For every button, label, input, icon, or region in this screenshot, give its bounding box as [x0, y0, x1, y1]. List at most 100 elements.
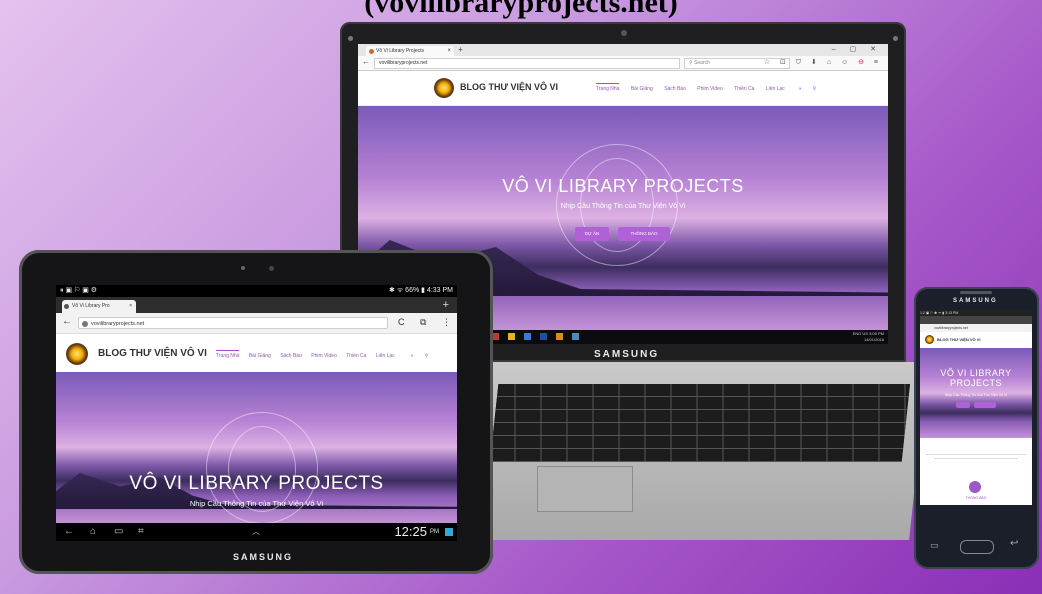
browser-toolbar: ← vovilibraryprojects.net ⚲ Search ☆ ⊡ ⛉…	[358, 56, 888, 71]
moon-icon[interactable]: ◑	[410, 353, 413, 359]
phone-address-bar[interactable]: vovilibraryprojects.net	[920, 324, 1032, 332]
tray-language: ENG US	[852, 331, 868, 336]
screw-icon	[893, 36, 898, 41]
status-right: ✱ ᯤ 66% ▮ 4:33 PM	[389, 287, 453, 294]
back-arrow-icon[interactable]: ←	[362, 57, 370, 66]
app-icon[interactable]	[508, 333, 515, 340]
tabs-icon[interactable]: ⧉	[420, 317, 426, 328]
phone-brand-logo: SAMSUNG	[953, 298, 998, 304]
tablet-tabbar: Vô Vi Library Pro × +	[56, 297, 457, 313]
menu-item-lien-lac[interactable]: Liên Lạc	[376, 353, 395, 359]
app-icon[interactable]	[492, 333, 499, 340]
hero-subtitle: Nhịp Cầu Thông Tin của Thư Viện Vô Vi	[944, 393, 1008, 397]
moon-icon[interactable]: ◑	[798, 86, 801, 92]
search-placeholder: Search	[694, 60, 710, 66]
site-navbar: BLOG THƯ VIỆN VÔ VI	[920, 332, 1032, 348]
hero-title: VÔ VI LIBRARY PROJECTS	[940, 368, 1012, 388]
system-tray[interactable]: ENG US 3:05 PM 14/01/2016	[853, 331, 884, 343]
touchpad	[537, 466, 633, 512]
site-navbar: BLOG THƯ VIỆN VÔ VI Trang Nhà Bài Giảng …	[358, 71, 888, 106]
hero-banner: VÔ VI LIBRARY PROJECTS Nhịp Cầu Thông Ti…	[56, 372, 457, 523]
browser-tab-title: Vô Vi Library Pro	[72, 303, 110, 309]
tray-date: 14/01/2016	[863, 337, 884, 342]
menu-item-sach-bao[interactable]: Sách Báo	[664, 86, 686, 92]
window-controls[interactable]: – ▢ ✕	[832, 44, 882, 56]
site-navbar: BLOG THƯ VIỆN VÔ VI Trang Nhà Bài Giảng …	[56, 334, 457, 372]
close-tab-icon[interactable]: ×	[447, 46, 451, 56]
back-icon[interactable]: ←	[64, 523, 74, 541]
back-icon[interactable]: ↩	[1010, 538, 1018, 549]
hero-banner: VÔ VI LIBRARY PROJECTS Nhịp Cầu Thông Ti…	[920, 348, 1032, 438]
photoshop-icon[interactable]	[540, 333, 547, 340]
browser-tab-title: Vô Vi Library Projects	[376, 48, 424, 54]
hamburger-menu-icon[interactable]: ≡	[874, 59, 882, 66]
overflow-menu-icon[interactable]: ⋮	[442, 317, 451, 328]
hero-title: VÔ VI LIBRARY PROJECTS	[129, 473, 384, 494]
site-brand[interactable]: BLOG THƯ VIỆN VÔ VI	[937, 337, 981, 342]
webcam-icon	[621, 30, 627, 36]
search-icon[interactable]: ⚲	[813, 86, 817, 92]
chevron-up-icon[interactable]: ︿	[252, 523, 260, 541]
screenshot-icon[interactable]: ⌗	[138, 523, 144, 541]
back-arrow-icon[interactable]: ←	[62, 316, 72, 327]
menu-item-phim-video[interactable]: Phim Video	[311, 353, 336, 359]
addon-badge-icon[interactable]: ⊖	[858, 59, 868, 66]
menu-item-trang-nha[interactable]: Trang Nhà	[596, 83, 620, 92]
clock: 12:25	[394, 524, 427, 539]
favicon-icon	[64, 304, 69, 309]
browser-tabbar: Vô Vi Library Projects × + – ▢ ✕	[358, 44, 888, 56]
app-icon[interactable]	[524, 333, 531, 340]
menu-item-bai-giang[interactable]: Bài Giảng	[249, 353, 271, 359]
phone-tabbar	[920, 316, 1032, 324]
menu-item-sach-bao[interactable]: Sách Báo	[280, 353, 302, 359]
laptop-brand-logo: SAMSUNG	[594, 349, 660, 360]
hero-title: VÔ VI LIBRARY PROJECTS	[502, 176, 744, 196]
recent-apps-icon[interactable]: ▭	[114, 523, 123, 541]
menu-item-bai-giang[interactable]: Bài Giảng	[631, 86, 653, 92]
hero-subtitle: Nhịp Cầu Thông Tin của Thư Viện Vô Vi	[560, 203, 686, 210]
camera-icon	[269, 266, 274, 271]
phone-screen: 1:2 ▣ ⚐ ✱ ᯤ ▮ 3:13 PM vovilibraryproject…	[920, 310, 1032, 505]
menu-item-thien-ca[interactable]: Thiền Ca	[346, 353, 366, 359]
address-bar[interactable]: vovilibraryprojects.net	[374, 58, 680, 69]
menu-item-lien-lac[interactable]: Liên Lạc	[766, 86, 785, 92]
screw-icon	[348, 36, 353, 41]
browser-tab[interactable]: Vô Vi Library Projects ×	[366, 46, 454, 56]
signal-icon	[445, 528, 453, 536]
projects-button[interactable]: DỰ ÁN	[575, 227, 609, 241]
menu-item-thien-ca[interactable]: Thiền Ca	[734, 86, 754, 92]
page-title: (vovilibraryprojects.net)	[364, 0, 678, 19]
reload-icon[interactable]: C	[398, 317, 405, 327]
clock-ampm: PM	[430, 529, 439, 535]
home-icon[interactable]: ⌂	[90, 523, 96, 541]
recent-apps-icon[interactable]: ▭	[930, 540, 939, 551]
site-logo[interactable]	[925, 335, 934, 344]
new-tab-button[interactable]: +	[458, 44, 463, 56]
toolbar-icon-group[interactable]: ☆ ⊡ ⛉ ⬇ ⌂ ☺	[764, 59, 852, 66]
menu-item-phim-video[interactable]: Phim Video	[697, 86, 722, 92]
projects-button[interactable]	[956, 402, 970, 408]
app-icon[interactable]	[572, 333, 579, 340]
notice-button[interactable]: THÔNG BÁO	[618, 227, 670, 241]
address-bar[interactable]: vovilibraryprojects.net	[78, 317, 388, 329]
android-navbar: ← ⌂ ▭ ⌗ ︿ 12:25 PM	[56, 523, 457, 541]
browser-tab[interactable]: Vô Vi Library Pro ×	[62, 300, 136, 313]
site-logo[interactable]	[434, 78, 454, 98]
tablet-brand-logo: SAMSUNG	[233, 552, 294, 562]
tablet-statusbar: ⏸ ▣ ⚐ ▣ ⚙ ✱ ᯤ 66% ▮ 4:33 PM	[56, 285, 457, 297]
site-brand[interactable]: BLOG THƯ VIỆN VÔ VI	[98, 348, 207, 359]
site-logo[interactable]	[66, 343, 88, 365]
text-line	[934, 458, 1018, 459]
menu-item-trang-nha[interactable]: Trang Nhà	[216, 350, 240, 359]
toolbar-icons[interactable]: ☆ ⊡ ⛉ ⬇ ⌂ ☺ ⊖ ≡	[764, 58, 882, 68]
speaker-grille	[960, 291, 992, 294]
site-brand[interactable]: BLOG THƯ VIỆN VÔ VI	[460, 82, 558, 92]
notice-button[interactable]	[974, 402, 996, 408]
vlc-icon[interactable]	[556, 333, 563, 340]
notice-icon[interactable]	[969, 481, 981, 493]
search-icon[interactable]: ⚲	[425, 353, 429, 359]
notice-label: THÔNG BÁO	[965, 496, 987, 500]
close-tab-icon[interactable]: ×	[129, 300, 132, 313]
new-tab-button[interactable]: +	[443, 297, 449, 313]
home-button[interactable]	[960, 540, 994, 554]
